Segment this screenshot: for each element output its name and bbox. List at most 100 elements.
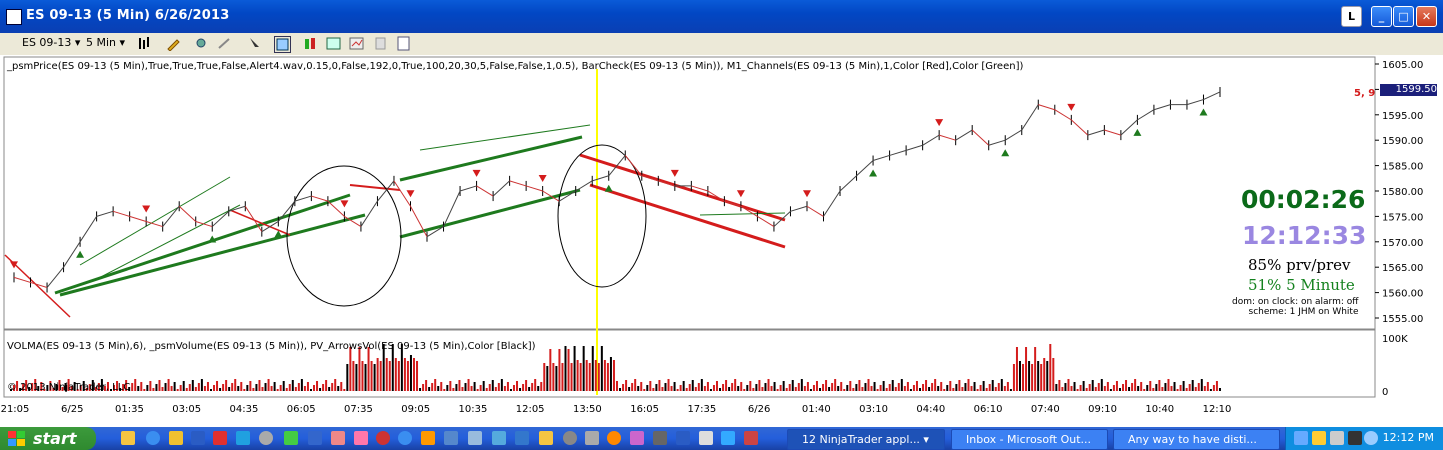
sell-arrow-marker xyxy=(736,190,745,198)
outlook-icon[interactable] xyxy=(169,431,183,445)
tray-icon-4[interactable] xyxy=(1348,431,1362,445)
volume-bar xyxy=(443,389,446,391)
volume-bar xyxy=(567,349,570,391)
app-icon-8[interactable] xyxy=(421,431,435,445)
volume-bar xyxy=(306,382,309,391)
data-box-icon[interactable] xyxy=(217,36,232,51)
tray-icon-2[interactable] xyxy=(1312,431,1326,445)
volume-bar xyxy=(846,385,849,391)
price-trace-segment xyxy=(96,210,114,217)
volume-bar xyxy=(240,382,243,391)
app-icon-9[interactable] xyxy=(444,431,458,445)
app-icon-4[interactable] xyxy=(308,431,322,445)
snapshot-icon[interactable] xyxy=(373,36,388,51)
volume-bar xyxy=(561,363,564,391)
indicators-icon[interactable] xyxy=(303,36,318,51)
task-browser[interactable]: Any way to have disti... xyxy=(1113,429,1280,450)
volume-bar xyxy=(185,388,188,391)
tray-icon-5[interactable] xyxy=(1364,431,1378,445)
sell-arrow-marker xyxy=(142,205,151,213)
app-icon-3[interactable] xyxy=(284,431,298,445)
firefox-icon[interactable] xyxy=(607,431,621,445)
volume-bar xyxy=(1079,385,1082,391)
properties-icon[interactable] xyxy=(274,36,291,53)
volume-bar xyxy=(255,384,258,391)
folder-icon-2[interactable] xyxy=(539,431,553,445)
volume-bar xyxy=(188,384,191,391)
time-axis-label: 04:35 xyxy=(230,404,259,415)
tray-icon-3[interactable] xyxy=(1330,431,1344,445)
word-icon[interactable] xyxy=(191,431,205,445)
volume-bar xyxy=(237,386,240,391)
zoom-icon[interactable] xyxy=(247,36,262,51)
app-icon-7[interactable] xyxy=(376,431,390,445)
app-icon-16[interactable] xyxy=(653,431,667,445)
volume-bar xyxy=(1000,379,1003,391)
folder-icon[interactable] xyxy=(121,431,135,445)
app-icon-5[interactable] xyxy=(331,431,345,445)
volume-bar xyxy=(428,387,431,391)
app-icon-19[interactable] xyxy=(721,431,735,445)
bar-type-icon[interactable] xyxy=(137,36,152,51)
app-icon-10[interactable] xyxy=(468,431,482,445)
volume-bar xyxy=(434,379,437,391)
indicator-label: _psmPrice(ES 09-13 (5 Min),True,True,Tru… xyxy=(7,61,1024,72)
app-icon-12[interactable] xyxy=(515,431,529,445)
app-icon-14[interactable] xyxy=(585,431,599,445)
maximize-button[interactable]: □ xyxy=(1393,6,1414,27)
volume-bar xyxy=(1040,364,1043,391)
app-icon-18[interactable] xyxy=(699,431,713,445)
chart-trader-icon[interactable] xyxy=(349,36,364,51)
start-button[interactable]: start xyxy=(0,427,96,450)
volume-bar xyxy=(843,389,846,391)
volume-bar xyxy=(897,383,900,391)
skype-icon[interactable] xyxy=(236,431,250,445)
volume-bar xyxy=(625,380,628,391)
link-button[interactable]: L xyxy=(1341,6,1362,27)
task-outlook[interactable]: Inbox - Microsoft Out... xyxy=(951,429,1108,450)
time-axis-label: 04:40 xyxy=(916,404,945,415)
app-icon-1[interactable] xyxy=(213,431,227,445)
stat-prev: 85% prv/prev xyxy=(1248,256,1351,274)
pencil-icon[interactable] xyxy=(166,36,181,51)
template-icon[interactable] xyxy=(396,36,411,51)
tray-icon-1[interactable] xyxy=(1294,431,1308,445)
app-icon-2[interactable] xyxy=(259,431,273,445)
app-icon-15[interactable] xyxy=(630,431,644,445)
app-icon-17[interactable] xyxy=(676,431,690,445)
volume-bar xyxy=(191,380,194,391)
app-icon-20[interactable] xyxy=(744,431,758,445)
strategies-icon[interactable] xyxy=(326,36,341,51)
volume-bar xyxy=(446,385,449,391)
green-thin-line-2 xyxy=(94,204,241,281)
volume-bar xyxy=(1012,364,1015,391)
annotation-ellipse-1[interactable] xyxy=(286,165,402,307)
volume-bar xyxy=(1128,387,1131,391)
volume-bar xyxy=(691,380,694,391)
ie-icon-2[interactable] xyxy=(398,431,412,445)
close-button[interactable]: ✕ xyxy=(1416,6,1437,27)
ie-icon[interactable] xyxy=(146,431,160,445)
app-icon-11[interactable] xyxy=(492,431,506,445)
interval-selector[interactable]: 5 Min ▾ xyxy=(86,36,125,49)
app-icon-13[interactable] xyxy=(563,431,577,445)
app-icon-6[interactable] xyxy=(354,431,368,445)
instrument-selector[interactable]: ES 09-13 ▾ xyxy=(22,36,80,49)
window-title-bar: ES 09-13 (5 Min) 6/26/2013 L _ □ ✕ xyxy=(0,0,1443,33)
task-ninjatrader[interactable]: 12 NinjaTrader appl... ▾ xyxy=(787,429,945,450)
volume-bar xyxy=(867,379,870,391)
volume-bar xyxy=(479,385,482,391)
annotation-ellipse-2[interactable] xyxy=(557,144,647,288)
time-axis-label: 01:35 xyxy=(115,404,144,415)
price-trace-segment xyxy=(1087,129,1105,136)
price-trace-segment xyxy=(1070,119,1089,136)
volume-bar xyxy=(225,380,228,391)
chart-panel[interactable]: 1605.001600.001595.001590.001585.001580.… xyxy=(0,55,1443,427)
volume-bar xyxy=(667,379,670,391)
price-chart[interactable]: 1605.001600.001595.001590.001585.001580.… xyxy=(0,55,1443,427)
crosshair-icon[interactable] xyxy=(194,36,209,51)
price-trace-segment xyxy=(856,160,874,177)
price-axis-label: 1590.00 xyxy=(1382,136,1423,147)
minimize-button[interactable]: _ xyxy=(1371,6,1392,27)
volume-bar xyxy=(603,360,606,391)
